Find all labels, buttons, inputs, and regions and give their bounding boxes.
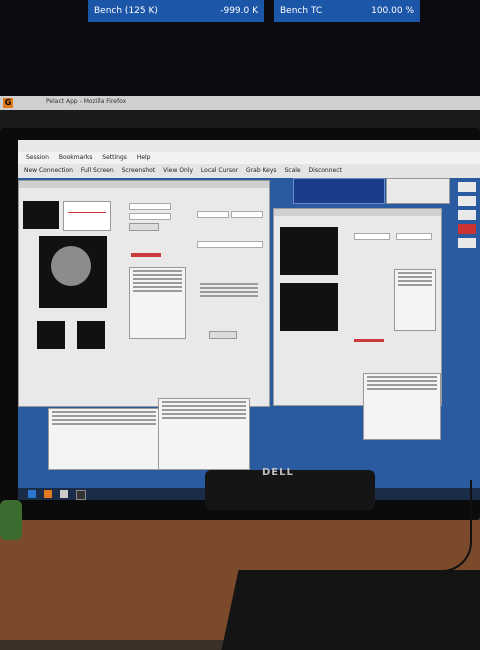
- terminal-left: [48, 408, 160, 470]
- detector-image-view: [39, 236, 107, 308]
- menu-settings[interactable]: Settings: [102, 154, 127, 161]
- bench-tc-value: 100.00 %: [371, 6, 414, 16]
- menu-help[interactable]: Help: [137, 154, 151, 161]
- exposure-time-field[interactable]: [129, 203, 171, 210]
- menu-session[interactable]: Session: [26, 154, 49, 161]
- bench-temperature-label: Bench (125 K): [94, 6, 158, 16]
- disconnect-button[interactable]: Disconnect: [309, 167, 342, 174]
- view-only-button[interactable]: View Only: [163, 167, 193, 174]
- grab-keys-button[interactable]: Grab Keys: [246, 167, 277, 174]
- analysis-field-2[interactable]: [396, 233, 432, 240]
- start-icon[interactable]: [28, 490, 36, 498]
- files-taskbar-icon[interactable]: [60, 490, 68, 498]
- camera-control-window[interactable]: [18, 180, 270, 407]
- terminal-taskbar-icon[interactable]: [76, 490, 86, 500]
- menu-bookmarks[interactable]: Bookmarks: [59, 154, 93, 161]
- blue-terminal: [293, 178, 385, 204]
- parameter-grid: [197, 281, 261, 321]
- analysis-red-text: [354, 339, 384, 342]
- parameter-field-2[interactable]: [231, 211, 263, 218]
- bench-tc-panel: Bench TC 100.00 %: [274, 0, 420, 22]
- firefox-window-title: Pelact App - Mozilla Firefox: [46, 98, 127, 105]
- status-red-text: [131, 253, 161, 257]
- analysis-field-1[interactable]: [354, 233, 390, 240]
- analysis-title-bar: [274, 209, 441, 216]
- firefox-g-icon: G: [3, 98, 13, 108]
- beam-position-plot: [23, 201, 59, 229]
- parameter-field-3[interactable]: [197, 241, 263, 248]
- firefox-taskbar-icon[interactable]: [44, 490, 52, 498]
- small-text-window: [386, 178, 450, 204]
- vnc-title-bar: [18, 140, 480, 152]
- firefox-title-bar: Pelact App - Mozilla Firefox: [0, 96, 480, 110]
- terminal-middle: [158, 398, 250, 470]
- bench-temperature-panel: Bench (125 K) -999.0 K: [88, 0, 264, 22]
- frames-field[interactable]: [129, 213, 171, 220]
- diffraction-thumbnail-2: [77, 321, 105, 349]
- acquire-button[interactable]: [129, 223, 159, 231]
- vnc-menu-bar: Session Bookmarks Settings Help: [18, 152, 480, 164]
- window-title-bar: [19, 181, 269, 188]
- line-pattern-image-bottom: [280, 283, 338, 331]
- desktop-icon-column: [454, 178, 480, 408]
- full-screen-button[interactable]: Full Screen: [81, 167, 114, 174]
- terminal-right: [363, 373, 441, 440]
- bench-tc-label: Bench TC: [280, 6, 323, 16]
- screenshot-button[interactable]: Screenshot: [122, 167, 156, 174]
- analysis-log: [394, 269, 436, 331]
- monitor-cable: [430, 480, 472, 572]
- plant-leaf: [0, 500, 22, 540]
- detector-pattern: [51, 246, 91, 286]
- histogram-plot: [63, 201, 111, 231]
- dell-monitor-screen: Session Bookmarks Settings Help New Conn…: [18, 140, 480, 500]
- diffraction-thumbnail-1: [37, 321, 65, 349]
- log-text-panel: [129, 267, 186, 339]
- scale-button[interactable]: Scale: [284, 167, 300, 174]
- upper-monitor-screen: Bench (125 K) -999.0 K Bench TC 100.00 %: [0, 0, 480, 96]
- bench-temperature-value: -999.0 K: [220, 6, 258, 16]
- new-connection-button[interactable]: New Connection: [24, 167, 73, 174]
- keyboard: [221, 570, 480, 650]
- line-pattern-image-top: [280, 227, 338, 275]
- vnc-toolbar: New Connection Full Screen Screenshot Vi…: [18, 164, 480, 178]
- local-cursor-button[interactable]: Local Cursor: [201, 167, 238, 174]
- parameter-field-1[interactable]: [197, 211, 229, 218]
- apply-button[interactable]: [209, 331, 237, 339]
- dell-logo: DELL: [262, 467, 294, 478]
- remote-desktop: [18, 178, 480, 488]
